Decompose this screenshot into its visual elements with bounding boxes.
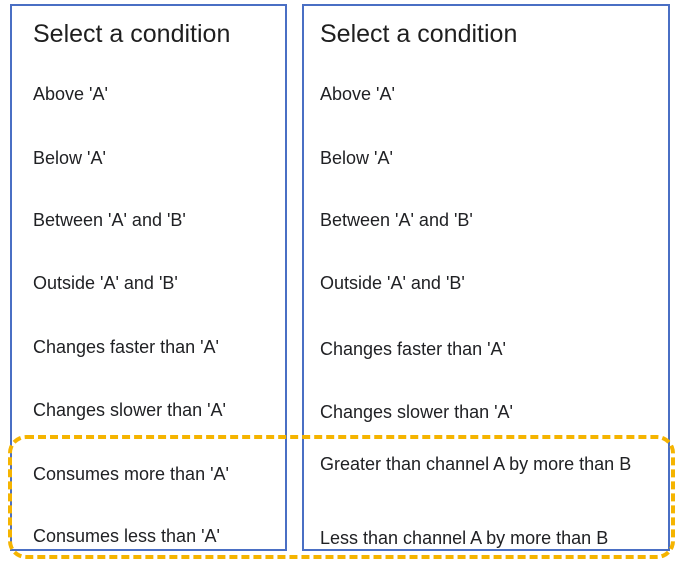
option-less-than-channel-a[interactable]: Less than channel A by more than B bbox=[320, 527, 660, 549]
condition-dialog-right: Select a condition Above 'A' Below 'A' B… bbox=[302, 4, 670, 551]
option-above-a[interactable]: Above 'A' bbox=[320, 83, 660, 105]
option-between-a-b[interactable]: Between 'A' and 'B' bbox=[320, 209, 660, 231]
condition-dialog-left: Select a condition Above 'A' Below 'A' B… bbox=[10, 4, 287, 551]
option-changes-faster[interactable]: Changes faster than 'A' bbox=[320, 338, 660, 360]
option-below-a[interactable]: Below 'A' bbox=[33, 147, 277, 169]
option-between-a-b[interactable]: Between 'A' and 'B' bbox=[33, 209, 277, 231]
option-consumes-less[interactable]: Consumes less than 'A' bbox=[33, 525, 277, 547]
option-outside-a-b[interactable]: Outside 'A' and 'B' bbox=[33, 272, 277, 294]
option-outside-a-b[interactable]: Outside 'A' and 'B' bbox=[320, 272, 660, 294]
option-changes-slower[interactable]: Changes slower than 'A' bbox=[320, 401, 660, 423]
option-above-a[interactable]: Above 'A' bbox=[33, 83, 277, 105]
option-below-a[interactable]: Below 'A' bbox=[320, 147, 660, 169]
option-changes-slower[interactable]: Changes slower than 'A' bbox=[33, 399, 277, 421]
dialog-title: Select a condition bbox=[33, 20, 231, 48]
option-consumes-more[interactable]: Consumes more than 'A' bbox=[33, 463, 277, 485]
option-greater-than-channel-a[interactable]: Greater than channel A by more than B bbox=[320, 453, 660, 475]
option-changes-faster[interactable]: Changes faster than 'A' bbox=[33, 336, 277, 358]
dialog-title: Select a condition bbox=[320, 20, 518, 48]
